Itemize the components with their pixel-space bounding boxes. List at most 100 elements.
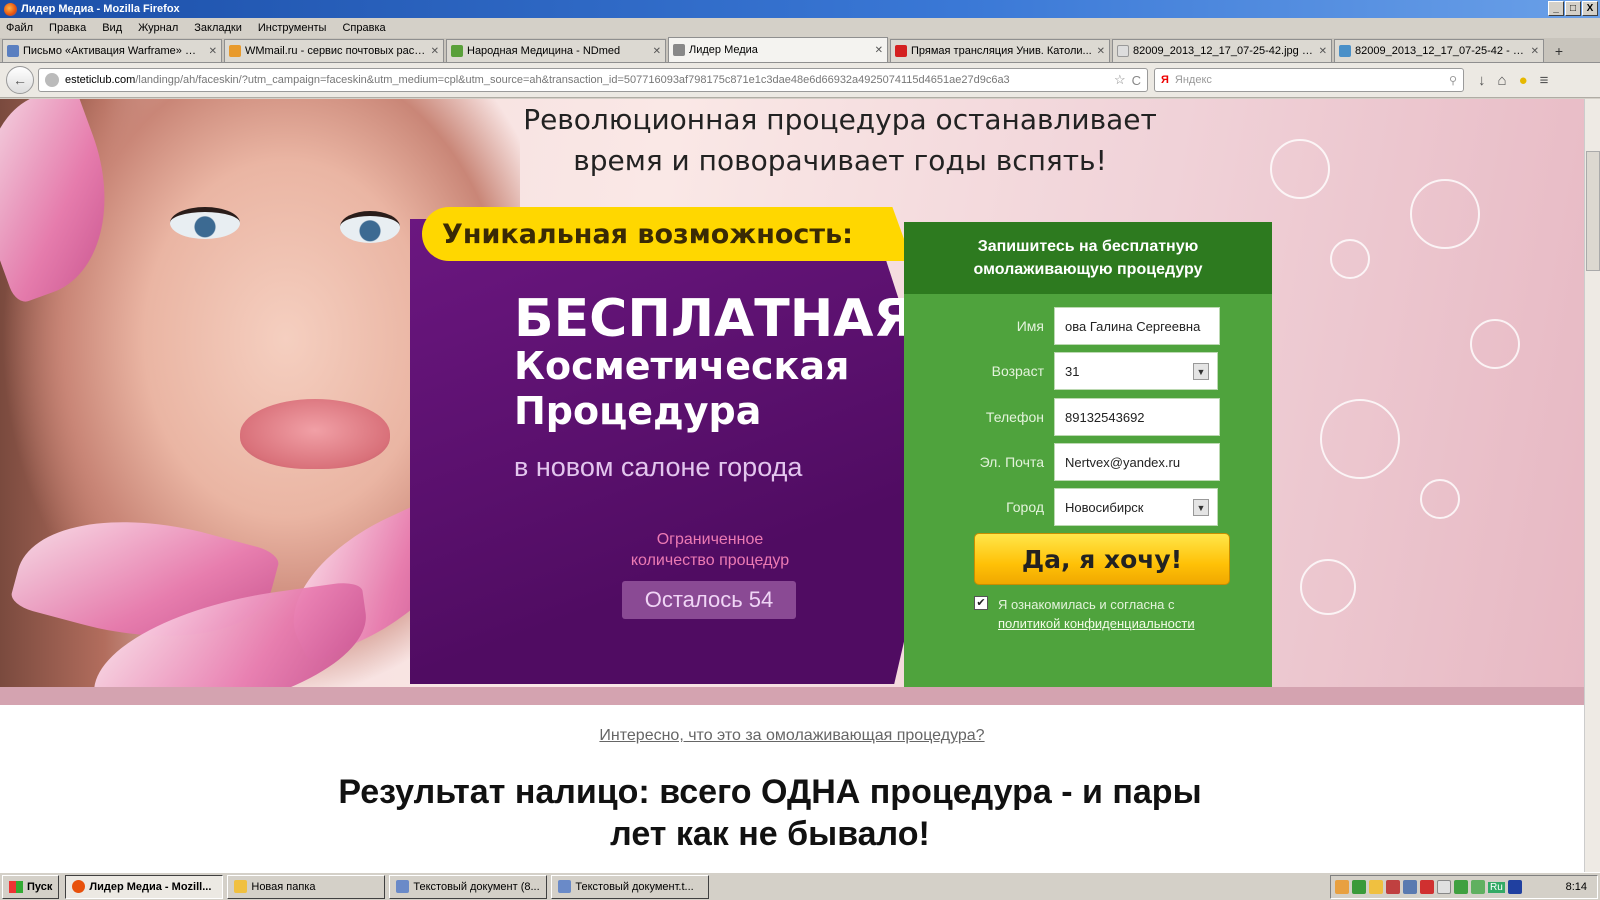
menu-history[interactable]: Журнал	[138, 22, 178, 34]
search-icon[interactable]: ⚲	[1449, 74, 1457, 87]
age-select[interactable]: 31 ▼	[1054, 352, 1218, 390]
chevron-down-icon[interactable]: ▼	[1193, 363, 1209, 380]
tray-app-icon[interactable]	[1386, 880, 1400, 894]
site-identity-icon[interactable]	[45, 73, 59, 87]
phone-label: Телефон	[985, 409, 1044, 425]
tray-app-icon[interactable]	[1403, 880, 1417, 894]
city-row: Город Новосибирск ▼	[904, 488, 1272, 526]
page-scrollbar[interactable]	[1584, 99, 1600, 872]
result-line: Результат налицо: всего ОДНА процедура -…	[338, 773, 1202, 811]
home-icon[interactable]: ⌂	[1498, 72, 1507, 89]
city-select[interactable]: Новосибирск ▼	[1054, 488, 1218, 526]
age-row: Возраст 31 ▼	[904, 352, 1272, 390]
menu-bar: Файл Правка Вид Журнал Закладки Инструме…	[0, 18, 1600, 38]
bookmark-star-icon[interactable]: ☆	[1114, 72, 1126, 88]
name-field[interactable]: ова Галина Сергеевна	[1054, 307, 1220, 345]
maximize-button[interactable]: □	[1565, 1, 1581, 16]
yandex-icon[interactable]: Я	[1161, 74, 1169, 86]
menu-bookmarks[interactable]: Закладки	[194, 22, 242, 34]
tab-lider-media[interactable]: Лидер Медиа ✕	[668, 37, 888, 62]
search-bar[interactable]: Я Яндекс ⚲	[1154, 68, 1464, 92]
molecule-decoration	[1470, 319, 1520, 369]
tab-label: 82009_2013_12_17_07-25-42 - За...	[1355, 45, 1527, 57]
menu-view[interactable]: Вид	[102, 22, 122, 34]
minimize-button[interactable]: _	[1548, 1, 1564, 16]
page-icon	[673, 44, 685, 56]
tray-app-icon[interactable]	[1369, 880, 1383, 894]
tab-warframe[interactable]: Письмо «Активация Warframe» —... ✕	[2, 39, 222, 62]
start-button[interactable]: Пуск	[2, 874, 60, 899]
download-icon[interactable]: ↓	[1478, 72, 1486, 89]
window-title: Лидер Медиа - Mozilla Firefox	[21, 3, 180, 15]
url-bar[interactable]: esteticlub.com/landingp/ah/faceskin/?utm…	[38, 68, 1148, 92]
task-label: Текстовый документ (8...	[413, 880, 540, 893]
tab-close-icon[interactable]: ✕	[1531, 46, 1539, 57]
tab-ndmed[interactable]: Народная Медицина - NDmed ✕	[446, 39, 666, 62]
system-tray: Ru 8:14	[1330, 875, 1598, 899]
tray-check-icon[interactable]	[1352, 880, 1366, 894]
clock[interactable]: 8:14	[1566, 881, 1587, 893]
task-text-doc-1[interactable]: Текстовый документ (8...	[389, 874, 548, 899]
task-text-doc-2[interactable]: Текстовый документ.t...	[551, 874, 710, 899]
hero-section: Революционная процедура останавливает вр…	[0, 99, 1584, 699]
menu-help[interactable]: Справка	[342, 22, 385, 34]
tab-close-icon[interactable]: ✕	[653, 46, 661, 57]
tab-wmmail[interactable]: WMmail.ru - сервис почтовых расс... ✕	[224, 39, 444, 62]
image-icon	[1117, 45, 1129, 57]
notepad-icon	[396, 880, 410, 893]
navigation-bar: ← esteticlub.com/landingp/ah/faceskin/?u…	[0, 63, 1600, 98]
tab-live-stream[interactable]: Прямая трансляция Унив. Католи... ✕	[890, 39, 1110, 62]
menu-file[interactable]: Файл	[6, 22, 33, 34]
tab-bar: Письмо «Активация Warframe» —... ✕ WMmai…	[0, 37, 1600, 63]
tray-app-icon[interactable]	[1335, 880, 1349, 894]
menu-icon[interactable]: ≡	[1540, 72, 1549, 89]
form-title-line: Запишитесь на бесплатную	[977, 238, 1199, 255]
tab-image-jpg[interactable]: 82009_2013_12_17_07-25-42.jpg (... ✕	[1112, 39, 1332, 62]
tab-image-upload[interactable]: 82009_2013_12_17_07-25-42 - За... ✕	[1334, 39, 1544, 62]
back-button[interactable]: ←	[6, 66, 34, 94]
tray-media-icon[interactable]	[1507, 880, 1522, 894]
headline-line: Революционная процедура останавливает	[523, 103, 1157, 136]
language-indicator[interactable]: Ru	[1488, 881, 1505, 893]
task-new-folder[interactable]: Новая папка	[227, 874, 386, 899]
offer-line: Косметическая	[514, 344, 850, 388]
tab-close-icon[interactable]: ✕	[1097, 46, 1105, 57]
privacy-policy-link[interactable]: политикой конфиденциальности	[998, 614, 1195, 633]
consent-checkbox[interactable]: ✔	[974, 596, 988, 610]
molecule-decoration	[1420, 479, 1460, 519]
tab-close-icon[interactable]: ✕	[1319, 46, 1327, 57]
folder-icon	[234, 880, 248, 893]
age-label: Возраст	[991, 363, 1044, 379]
submit-button[interactable]: Да, я хочу!	[974, 533, 1230, 585]
chevron-down-icon[interactable]: ▼	[1193, 499, 1209, 516]
remaining-counter: Осталось 54	[622, 581, 796, 619]
limited-line: количество процедур	[630, 552, 790, 569]
scrollbar-thumb[interactable]	[1586, 151, 1600, 271]
close-button[interactable]: X	[1582, 1, 1598, 16]
signup-form: Запишитесь на бесплатную омолаживающую п…	[904, 222, 1272, 687]
limited-line: Ограниченное	[656, 531, 764, 548]
addon-icon[interactable]: ●	[1519, 72, 1528, 89]
result-line: лет как не бывало!	[610, 815, 930, 853]
menu-edit[interactable]: Правка	[49, 22, 86, 34]
email-field[interactable]: Nertvex@yandex.ru	[1054, 443, 1220, 481]
offer-line: Процедура	[514, 389, 762, 433]
phone-field[interactable]: 89132543692	[1054, 398, 1220, 436]
new-tab-button[interactable]: +	[1548, 40, 1570, 62]
unique-label: Уникальная возможность:	[442, 218, 853, 250]
tray-app-icon[interactable]	[1420, 880, 1434, 894]
molecule-decoration	[1270, 139, 1330, 199]
tray-app-icon[interactable]	[1454, 880, 1468, 894]
tab-close-icon[interactable]: ✕	[209, 46, 217, 57]
offer-free: БЕСПЛАТНАЯ	[514, 289, 914, 349]
search-input[interactable]: Яндекс	[1175, 74, 1449, 86]
tab-close-icon[interactable]: ✕	[431, 46, 439, 57]
menu-tools[interactable]: Инструменты	[258, 22, 327, 34]
reload-icon[interactable]: C	[1132, 73, 1141, 88]
procedure-question-link[interactable]: Интересно, что это за омолаживающая проц…	[0, 727, 1584, 745]
tray-app-icon[interactable]	[1437, 880, 1451, 894]
task-firefox[interactable]: Лидер Медиа - Mozill...	[65, 874, 224, 899]
tab-close-icon[interactable]: ✕	[875, 45, 883, 56]
name-label: Имя	[1016, 318, 1044, 334]
tray-network-icon[interactable]	[1471, 880, 1485, 894]
